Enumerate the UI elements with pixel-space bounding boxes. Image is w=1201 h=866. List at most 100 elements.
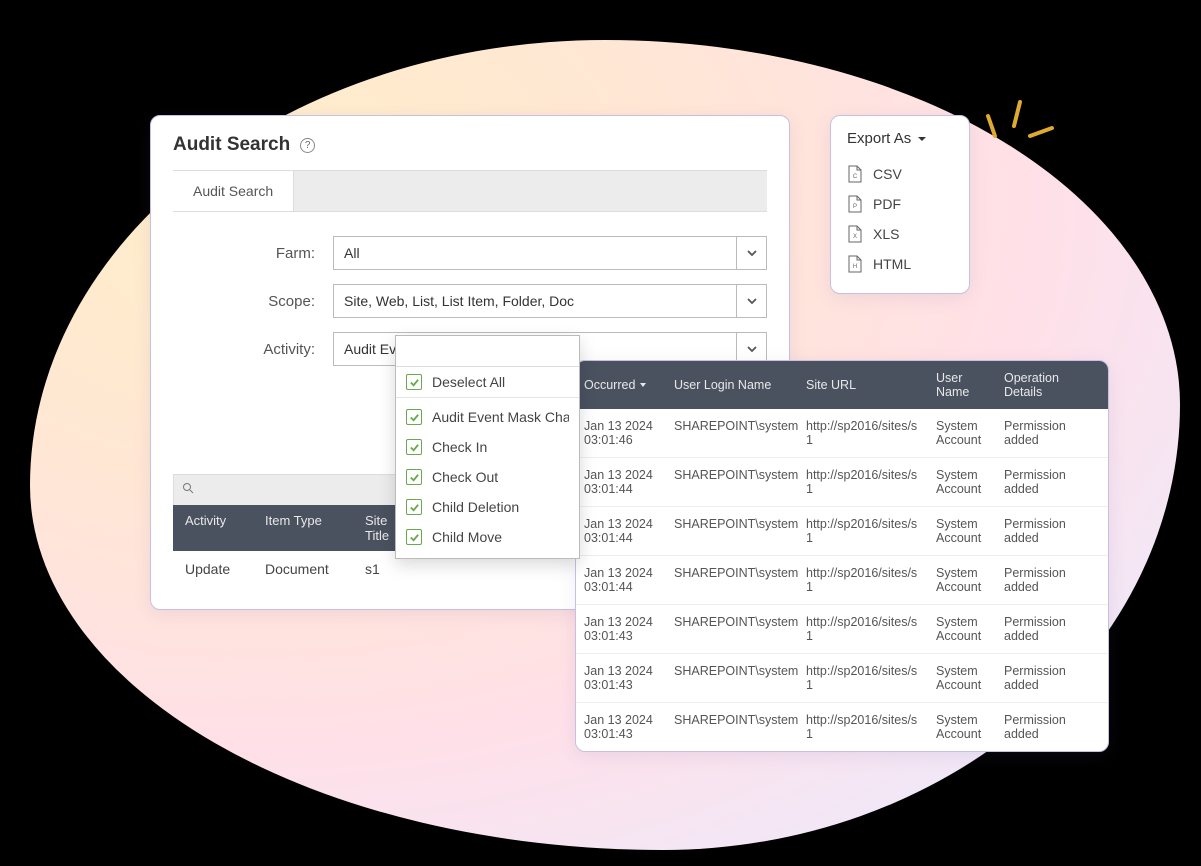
cell-user-name: System Account [928,507,996,555]
activity-label: Activity: [173,341,333,358]
checkbox-checked-icon [406,409,422,425]
sort-desc-icon [639,381,647,389]
cell-site-url: http://sp2016/sites/s1 [798,409,928,457]
chevron-down-icon [736,237,766,269]
cell-site-url: http://sp2016/sites/s1 [798,654,928,702]
cell-occurred: Jan 13 2024 03:01:44 [576,458,666,506]
cell-occurred: Jan 13 2024 03:01:44 [576,556,666,604]
sparkle-icon [970,88,1060,168]
file-icon: P [847,195,863,213]
tab-row: Audit Search [173,170,767,212]
activity-option[interactable]: Check In [396,432,579,462]
results-row[interactable]: Jan 13 2024 03:01:43SHAREPOINT\systemhtt… [576,653,1108,702]
cell-user-login: SHAREPOINT\system [666,703,798,751]
results-card: Occurred User Login Name Site URL User N… [575,360,1109,752]
col-site-url[interactable]: Site URL [798,361,928,409]
cell-user-name: System Account [928,409,996,457]
svg-text:X: X [853,234,857,240]
cell-user-login: SHAREPOINT\system [666,458,798,506]
cell-site-url: http://sp2016/sites/s1 [798,458,928,506]
cell-user-name: System Account [928,458,996,506]
col-activity[interactable]: Activity [173,505,253,551]
col-item-type[interactable]: Item Type [253,505,353,551]
dropdown-search[interactable] [396,336,579,367]
cell-site-url: http://sp2016/sites/s1 [798,703,928,751]
farm-value: All [334,245,736,261]
results-header: Occurred User Login Name Site URL User N… [576,361,1108,409]
file-icon: X [847,225,863,243]
results-row[interactable]: Jan 13 2024 03:01:44SHAREPOINT\systemhtt… [576,506,1108,555]
tab-audit-search[interactable]: Audit Search [173,171,294,211]
activity-option-label: Check In [432,439,487,455]
cell-operation: Permission added [996,409,1108,457]
activity-option-label: Check Out [432,469,498,485]
activity-option[interactable]: Audit Event Mask Changes [396,402,579,432]
svg-text:P: P [853,204,857,210]
results-body: Jan 13 2024 03:01:46SHAREPOINT\systemhtt… [576,409,1108,751]
checkbox-checked-icon [406,469,422,485]
cell-operation: Permission added [996,605,1108,653]
cell-user-login: SHAREPOINT\system [666,605,798,653]
dropdown-search-input[interactable] [404,342,571,359]
activity-option-label: Child Deletion [432,499,519,515]
activity-option-label: Child Move [432,529,502,545]
cell-user-login: SHAREPOINT\system [666,409,798,457]
help-icon[interactable]: ? [300,138,315,153]
export-option-label: CSV [873,166,902,182]
export-option-xls[interactable]: X XLS [847,219,953,249]
farm-select[interactable]: All [333,236,767,270]
export-option-label: PDF [873,196,901,212]
cell-user-name: System Account [928,556,996,604]
cell-user-login: SHAREPOINT\system [666,507,798,555]
cell-operation: Permission added [996,556,1108,604]
file-icon: C [847,165,863,183]
cell-occurred: Jan 13 2024 03:01:43 [576,654,666,702]
export-option-pdf[interactable]: P PDF [847,189,953,219]
cell-occurred: Jan 13 2024 03:01:46 [576,409,666,457]
col-occurred[interactable]: Occurred [576,361,666,409]
search-icon [182,483,194,497]
cell-occurred: Jan 13 2024 03:01:44 [576,507,666,555]
file-icon: H [847,255,863,273]
results-row[interactable]: Jan 13 2024 03:01:43SHAREPOINT\systemhtt… [576,604,1108,653]
svg-text:C: C [853,174,858,180]
col-occurred-label: Occurred [584,378,635,392]
scope-select[interactable]: Site, Web, List, List Item, Folder, Doc [333,284,767,318]
cell-operation: Permission added [996,654,1108,702]
deselect-all-option[interactable]: Deselect All [396,367,579,398]
cell-operation: Permission added [996,703,1108,751]
export-option-label: XLS [873,226,899,242]
activity-option-label: Audit Event Mask Changes [432,409,569,425]
export-card: Export As C CSV P PDF X XLS H HTML [830,115,970,294]
svg-text:H: H [853,264,857,270]
page-title: Audit Search [173,134,290,156]
export-option-html[interactable]: H HTML [847,249,953,279]
export-as-label: Export As [847,130,911,147]
caret-down-icon [917,134,927,144]
chevron-down-icon [736,285,766,317]
results-row[interactable]: Jan 13 2024 03:01:44SHAREPOINT\systemhtt… [576,555,1108,604]
checkbox-checked-icon [406,529,422,545]
activity-option[interactable]: Child Move [396,522,579,552]
export-option-label: HTML [873,256,911,272]
results-row[interactable]: Jan 13 2024 03:01:46SHAREPOINT\systemhtt… [576,409,1108,457]
cell-activity: Update [173,551,253,587]
checkbox-checked-icon [406,499,422,515]
cell-site-url: http://sp2016/sites/s1 [798,605,928,653]
cell-user-name: System Account [928,605,996,653]
scope-label: Scope: [173,293,333,310]
export-as-button[interactable]: Export As [847,130,953,147]
scope-value: Site, Web, List, List Item, Folder, Doc [334,293,736,309]
cell-operation: Permission added [996,507,1108,555]
activity-dropdown: Deselect All Audit Event Mask Changes Che… [395,335,580,559]
results-row[interactable]: Jan 13 2024 03:01:44SHAREPOINT\systemhtt… [576,457,1108,506]
col-user-login[interactable]: User Login Name [666,361,798,409]
activity-option[interactable]: Check Out [396,462,579,492]
export-option-csv[interactable]: C CSV [847,159,953,189]
activity-option[interactable]: Child Deletion [396,492,579,522]
col-operation[interactable]: Operation Details [996,361,1108,409]
col-user-name[interactable]: User Name [928,361,996,409]
checkbox-checked-icon [406,439,422,455]
results-row[interactable]: Jan 13 2024 03:01:43SHAREPOINT\systemhtt… [576,702,1108,751]
deselect-all-label: Deselect All [432,374,505,390]
